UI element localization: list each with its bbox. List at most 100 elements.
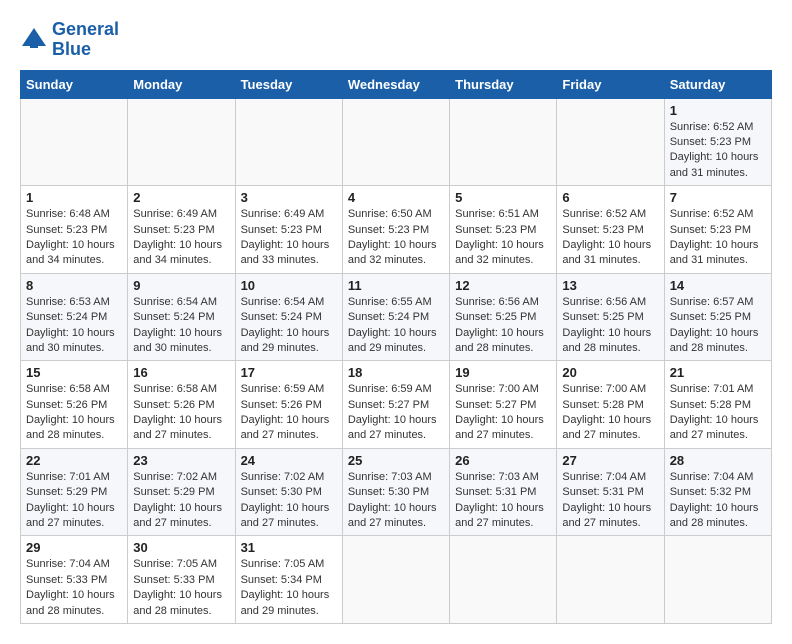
day-info: Sunrise: 7:03 AMSunset: 5:30 PMDaylight:… bbox=[348, 470, 444, 532]
day-number: 24 bbox=[241, 453, 337, 468]
calendar-cell: 4 Sunrise: 6:50 AMSunset: 5:23 PMDayligh… bbox=[342, 186, 449, 274]
calendar-cell: 13 Sunrise: 6:56 AMSunset: 5:25 PMDaylig… bbox=[557, 273, 664, 361]
calendar-cell: 21 Sunrise: 7:01 AMSunset: 5:28 PMDaylig… bbox=[664, 361, 771, 449]
calendar-cell bbox=[21, 98, 128, 186]
day-number: 16 bbox=[133, 365, 229, 380]
day-number: 11 bbox=[348, 278, 444, 293]
day-number: 12 bbox=[455, 278, 551, 293]
calendar-cell: 29 Sunrise: 7:04 AMSunset: 5:33 PMDaylig… bbox=[21, 536, 128, 624]
day-number: 30 bbox=[133, 540, 229, 555]
calendar-week-row: 1 Sunrise: 6:48 AMSunset: 5:23 PMDayligh… bbox=[21, 186, 772, 274]
day-info: Sunrise: 6:50 AMSunset: 5:23 PMDaylight:… bbox=[348, 207, 444, 269]
calendar-cell: 19 Sunrise: 7:00 AMSunset: 5:27 PMDaylig… bbox=[450, 361, 557, 449]
day-number: 29 bbox=[26, 540, 122, 555]
day-of-week-header: Tuesday bbox=[235, 70, 342, 98]
day-number: 9 bbox=[133, 278, 229, 293]
day-of-week-header: Thursday bbox=[450, 70, 557, 98]
calendar-header-row: SundayMondayTuesdayWednesdayThursdayFrid… bbox=[21, 70, 772, 98]
day-number: 8 bbox=[26, 278, 122, 293]
day-info: Sunrise: 7:01 AMSunset: 5:29 PMDaylight:… bbox=[26, 470, 122, 532]
day-info: Sunrise: 7:00 AMSunset: 5:28 PMDaylight:… bbox=[562, 382, 658, 444]
day-of-week-header: Friday bbox=[557, 70, 664, 98]
calendar-week-row: 15 Sunrise: 6:58 AMSunset: 5:26 PMDaylig… bbox=[21, 361, 772, 449]
calendar-cell: 27 Sunrise: 7:04 AMSunset: 5:31 PMDaylig… bbox=[557, 448, 664, 536]
day-info: Sunrise: 6:56 AMSunset: 5:25 PMDaylight:… bbox=[455, 295, 551, 357]
day-number: 20 bbox=[562, 365, 658, 380]
calendar-cell: 14 Sunrise: 6:57 AMSunset: 5:25 PMDaylig… bbox=[664, 273, 771, 361]
calendar-cell: 11 Sunrise: 6:55 AMSunset: 5:24 PMDaylig… bbox=[342, 273, 449, 361]
calendar-cell: 15 Sunrise: 6:58 AMSunset: 5:26 PMDaylig… bbox=[21, 361, 128, 449]
calendar-cell: 25 Sunrise: 7:03 AMSunset: 5:30 PMDaylig… bbox=[342, 448, 449, 536]
day-number: 17 bbox=[241, 365, 337, 380]
calendar-cell bbox=[128, 98, 235, 186]
day-number: 5 bbox=[455, 190, 551, 205]
calendar-cell: 10 Sunrise: 6:54 AMSunset: 5:24 PMDaylig… bbox=[235, 273, 342, 361]
logo: GeneralBlue bbox=[20, 20, 119, 60]
day-number: 2 bbox=[133, 190, 229, 205]
day-info: Sunrise: 6:49 AMSunset: 5:23 PMDaylight:… bbox=[241, 207, 337, 269]
calendar-cell: 8 Sunrise: 6:53 AMSunset: 5:24 PMDayligh… bbox=[21, 273, 128, 361]
calendar-cell bbox=[342, 536, 449, 624]
day-number: 27 bbox=[562, 453, 658, 468]
day-of-week-header: Monday bbox=[128, 70, 235, 98]
day-number: 26 bbox=[455, 453, 551, 468]
day-number: 19 bbox=[455, 365, 551, 380]
calendar-cell: 22 Sunrise: 7:01 AMSunset: 5:29 PMDaylig… bbox=[21, 448, 128, 536]
day-of-week-header: Sunday bbox=[21, 70, 128, 98]
day-info: Sunrise: 6:53 AMSunset: 5:24 PMDaylight:… bbox=[26, 295, 122, 357]
calendar-cell: 23 Sunrise: 7:02 AMSunset: 5:29 PMDaylig… bbox=[128, 448, 235, 536]
day-info: Sunrise: 6:56 AMSunset: 5:25 PMDaylight:… bbox=[562, 295, 658, 357]
calendar-cell: 3 Sunrise: 6:49 AMSunset: 5:23 PMDayligh… bbox=[235, 186, 342, 274]
day-info: Sunrise: 7:04 AMSunset: 5:32 PMDaylight:… bbox=[670, 470, 766, 532]
day-info: Sunrise: 7:01 AMSunset: 5:28 PMDaylight:… bbox=[670, 382, 766, 444]
calendar-week-row: 29 Sunrise: 7:04 AMSunset: 5:33 PMDaylig… bbox=[21, 536, 772, 624]
calendar-cell: 16 Sunrise: 6:58 AMSunset: 5:26 PMDaylig… bbox=[128, 361, 235, 449]
day-number: 15 bbox=[26, 365, 122, 380]
calendar-cell: 1 Sunrise: 6:52 AMSunset: 5:23 PMDayligh… bbox=[664, 98, 771, 186]
day-info: Sunrise: 7:04 AMSunset: 5:33 PMDaylight:… bbox=[26, 557, 122, 619]
day-info: Sunrise: 7:03 AMSunset: 5:31 PMDaylight:… bbox=[455, 470, 551, 532]
calendar-week-row: 1 Sunrise: 6:52 AMSunset: 5:23 PMDayligh… bbox=[21, 98, 772, 186]
calendar-cell: 30 Sunrise: 7:05 AMSunset: 5:33 PMDaylig… bbox=[128, 536, 235, 624]
day-info: Sunrise: 7:05 AMSunset: 5:33 PMDaylight:… bbox=[133, 557, 229, 619]
calendar-cell bbox=[557, 98, 664, 186]
day-info: Sunrise: 6:52 AMSunset: 5:23 PMDaylight:… bbox=[562, 207, 658, 269]
day-info: Sunrise: 6:54 AMSunset: 5:24 PMDaylight:… bbox=[241, 295, 337, 357]
day-info: Sunrise: 6:48 AMSunset: 5:23 PMDaylight:… bbox=[26, 207, 122, 269]
page-header: GeneralBlue bbox=[20, 20, 772, 60]
day-number: 7 bbox=[670, 190, 766, 205]
calendar-cell: 1 Sunrise: 6:48 AMSunset: 5:23 PMDayligh… bbox=[21, 186, 128, 274]
day-number: 1 bbox=[26, 190, 122, 205]
day-number: 13 bbox=[562, 278, 658, 293]
day-of-week-header: Saturday bbox=[664, 70, 771, 98]
day-info: Sunrise: 6:58 AMSunset: 5:26 PMDaylight:… bbox=[133, 382, 229, 444]
calendar-cell bbox=[450, 536, 557, 624]
day-number: 31 bbox=[241, 540, 337, 555]
calendar-cell: 17 Sunrise: 6:59 AMSunset: 5:26 PMDaylig… bbox=[235, 361, 342, 449]
day-number: 28 bbox=[670, 453, 766, 468]
day-info: Sunrise: 6:57 AMSunset: 5:25 PMDaylight:… bbox=[670, 295, 766, 357]
calendar-cell bbox=[664, 536, 771, 624]
calendar-table: SundayMondayTuesdayWednesdayThursdayFrid… bbox=[20, 70, 772, 624]
logo-text: GeneralBlue bbox=[52, 20, 119, 60]
day-info: Sunrise: 7:05 AMSunset: 5:34 PMDaylight:… bbox=[241, 557, 337, 619]
day-info: Sunrise: 6:49 AMSunset: 5:23 PMDaylight:… bbox=[133, 207, 229, 269]
calendar-cell: 28 Sunrise: 7:04 AMSunset: 5:32 PMDaylig… bbox=[664, 448, 771, 536]
day-number: 18 bbox=[348, 365, 444, 380]
day-info: Sunrise: 6:58 AMSunset: 5:26 PMDaylight:… bbox=[26, 382, 122, 444]
day-number: 25 bbox=[348, 453, 444, 468]
day-info: Sunrise: 7:04 AMSunset: 5:31 PMDaylight:… bbox=[562, 470, 658, 532]
calendar-cell: 24 Sunrise: 7:02 AMSunset: 5:30 PMDaylig… bbox=[235, 448, 342, 536]
day-number: 14 bbox=[670, 278, 766, 293]
day-info: Sunrise: 7:02 AMSunset: 5:29 PMDaylight:… bbox=[133, 470, 229, 532]
day-number: 22 bbox=[26, 453, 122, 468]
day-number: 10 bbox=[241, 278, 337, 293]
calendar-cell: 18 Sunrise: 6:59 AMSunset: 5:27 PMDaylig… bbox=[342, 361, 449, 449]
calendar-week-row: 22 Sunrise: 7:01 AMSunset: 5:29 PMDaylig… bbox=[21, 448, 772, 536]
calendar-cell: 26 Sunrise: 7:03 AMSunset: 5:31 PMDaylig… bbox=[450, 448, 557, 536]
calendar-cell: 2 Sunrise: 6:49 AMSunset: 5:23 PMDayligh… bbox=[128, 186, 235, 274]
calendar-week-row: 8 Sunrise: 6:53 AMSunset: 5:24 PMDayligh… bbox=[21, 273, 772, 361]
day-info: Sunrise: 7:02 AMSunset: 5:30 PMDaylight:… bbox=[241, 470, 337, 532]
calendar-cell: 31 Sunrise: 7:05 AMSunset: 5:34 PMDaylig… bbox=[235, 536, 342, 624]
calendar-cell: 20 Sunrise: 7:00 AMSunset: 5:28 PMDaylig… bbox=[557, 361, 664, 449]
